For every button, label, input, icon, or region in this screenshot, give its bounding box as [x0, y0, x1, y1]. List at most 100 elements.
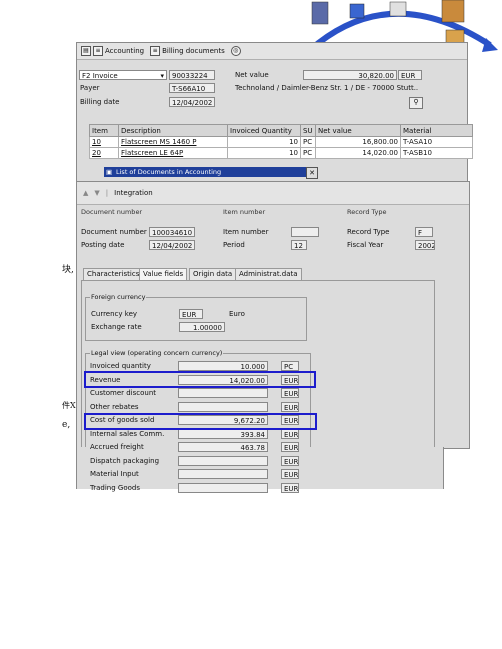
- invoice-window: ▤ ≡ Accounting ≡ Billing documents ◎ F2 Inv…: [76, 42, 473, 184]
- value-field-unit[interactable]: EUR: [281, 402, 299, 412]
- currency-name: Euro: [229, 310, 245, 318]
- col-header[interactable]: Net value: [315, 124, 401, 137]
- fiscal-year-field[interactable]: 2002: [415, 240, 435, 250]
- close-button[interactable]: ✕: [306, 167, 318, 179]
- value-field-amount[interactable]: 393.84: [178, 429, 268, 439]
- foreign-currency-group: Foreign currency: [85, 293, 307, 341]
- material-cell: T-ASB10: [400, 147, 473, 159]
- exchange-rate-field[interactable]: 1.00000: [179, 322, 225, 332]
- value-field-amount[interactable]: [178, 456, 268, 466]
- previous-button[interactable]: ▲: [83, 189, 88, 197]
- separator: |: [105, 189, 109, 197]
- unit-cell: PC: [300, 147, 316, 159]
- pricing-button[interactable]: ⚲: [409, 97, 423, 109]
- quantity-cell: 10: [227, 136, 301, 148]
- doc-text-fragment: 块,: [62, 265, 74, 275]
- value-field-unit[interactable]: EUR: [281, 442, 299, 452]
- value-field-label: Trading Goods: [90, 484, 140, 492]
- period-field[interactable]: 12: [291, 240, 307, 250]
- col-header[interactable]: Description: [118, 124, 228, 137]
- magnifier-icon: ⚲: [413, 98, 419, 106]
- doc-number-field[interactable]: 100034610: [149, 227, 195, 237]
- item-number-label: Item number: [223, 228, 269, 236]
- tab-administrat-data[interactable]: Administrat.data: [235, 268, 302, 280]
- billing-documents-label: Billing documents: [162, 47, 225, 55]
- quantity-cell: 10: [227, 147, 301, 159]
- billing-date-field[interactable]: 12/04/2002: [169, 97, 215, 107]
- value-field-amount[interactable]: [178, 483, 268, 493]
- table-row[interactable]: 10 Flatscreen MS 1460 P 10 PC 16,800.00 …: [89, 136, 473, 148]
- net-value-cell: 16,800.00: [315, 136, 401, 148]
- col-header[interactable]: Material: [400, 124, 473, 137]
- next-button[interactable]: ▼: [94, 189, 99, 197]
- record-type-label: Record Type: [347, 228, 390, 236]
- ghost-record-type-label: Record Type: [347, 208, 387, 216]
- value-field-amount[interactable]: [178, 402, 268, 412]
- exchange-rate-label: Exchange rate: [91, 323, 142, 331]
- doc-text-fragment: e,: [62, 420, 71, 430]
- description-cell[interactable]: Flatscreen LE 64P: [118, 147, 228, 159]
- net-value-field[interactable]: 30,820.00: [303, 70, 397, 80]
- table-row[interactable]: 20 Flatscreen LE 64P 10 PC 14,020.00 T-A…: [89, 147, 473, 159]
- value-field-amount[interactable]: 463.78: [178, 442, 268, 452]
- period-label: Period: [223, 241, 245, 249]
- col-header[interactable]: Item: [89, 124, 119, 137]
- chevron-down-icon: ▾: [160, 72, 164, 80]
- close-icon: ✕: [309, 169, 315, 177]
- ghost-doc-number-label: Document number: [81, 208, 143, 216]
- display-button[interactable]: ◎: [230, 46, 241, 56]
- value-field-label: Invoiced quantity: [90, 362, 151, 370]
- currency-key-field[interactable]: EUR: [179, 309, 203, 319]
- doc-list-popup-titlebar[interactable]: ▣ List of Documents in Accounting: [104, 167, 316, 177]
- value-field-amount[interactable]: [178, 388, 268, 398]
- tab-characteristics[interactable]: Characteristics: [83, 268, 144, 280]
- popup-title: List of Documents in Accounting: [116, 168, 222, 176]
- item-cell[interactable]: 10: [89, 136, 119, 148]
- posting-date-field[interactable]: 12/04/2002: [149, 240, 195, 250]
- value-field-label: Other rebates: [90, 403, 139, 411]
- currency-key-label: Currency key: [91, 310, 138, 318]
- record-type-field[interactable]: F: [415, 227, 433, 237]
- unit-cell: PC: [300, 136, 316, 148]
- items-table: Item Description Invoiced Quantity SU Ne…: [89, 124, 473, 159]
- value-field-unit[interactable]: EUR: [281, 456, 299, 466]
- tab-value-fields[interactable]: Value fields: [139, 268, 188, 280]
- col-header[interactable]: Invoiced Quantity: [227, 124, 301, 137]
- doc-number-label: Document number: [81, 228, 147, 236]
- net-value-cell: 14,020.00: [315, 147, 401, 159]
- value-field-unit[interactable]: EUR: [281, 483, 299, 493]
- value-field-label: Accrued freight: [90, 443, 144, 451]
- value-field-amount[interactable]: 10.000: [178, 361, 268, 371]
- net-value-label: Net value: [235, 71, 269, 79]
- fiscal-year-label: Fiscal Year: [347, 241, 384, 249]
- description-cell[interactable]: Flatscreen MS 1460 P: [118, 136, 228, 148]
- currency-field[interactable]: EUR: [398, 70, 422, 80]
- item-cell[interactable]: 20: [89, 147, 119, 159]
- payer-field[interactable]: T-S66A10: [169, 83, 215, 93]
- value-field-unit[interactable]: EUR: [281, 469, 299, 479]
- value-field-unit[interactable]: EUR: [281, 388, 299, 398]
- invoice-toolbar: ▤ ≡ Accounting ≡ Billing documents ◎: [77, 43, 467, 60]
- billing-documents-button[interactable]: ≡ Billing documents: [150, 46, 225, 56]
- material-cell: T-ASA10: [400, 136, 473, 148]
- value-field-label: Customer discount: [90, 389, 157, 397]
- value-field-label: Material Input: [90, 470, 139, 478]
- item-number-field[interactable]: [291, 227, 319, 237]
- overlapped-header-row: Document number Item number Record Type: [79, 208, 459, 216]
- billing-icon: ≡: [150, 46, 161, 56]
- window-icon: ▣: [106, 168, 113, 176]
- value-field-label: Internal sales Comm.: [90, 430, 165, 438]
- document-icon: ▤: [81, 46, 91, 56]
- revenue-highlight: [84, 371, 316, 388]
- value-field-unit[interactable]: EUR: [281, 429, 299, 439]
- integration-button[interactable]: Integration: [114, 189, 153, 197]
- value-field-amount[interactable]: [178, 469, 268, 479]
- accounting-button[interactable]: ▤ ≡ Accounting: [81, 46, 144, 56]
- value-field-unit[interactable]: PC: [281, 361, 299, 371]
- glasses-icon: ◎: [230, 46, 241, 56]
- legal-view-title: Legal view (operating concern currency): [90, 349, 224, 357]
- col-header[interactable]: SU: [300, 124, 316, 137]
- invoice-type-select[interactable]: F2 Invoice ▾: [79, 70, 167, 80]
- tab-origin-data[interactable]: Origin data: [189, 268, 237, 280]
- invoice-number-field[interactable]: 90033224: [169, 70, 215, 80]
